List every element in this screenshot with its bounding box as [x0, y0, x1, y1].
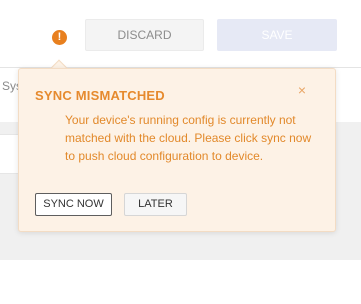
popover-title: SYNC MISMATCHED [35, 88, 165, 103]
close-icon[interactable]: × [295, 83, 309, 97]
sync-mismatch-popover: SYNC MISMATCHED × Your device's running … [18, 68, 336, 232]
sync-now-button[interactable]: SYNC NOW [35, 193, 112, 216]
discard-button[interactable]: DISCARD [85, 19, 204, 51]
warning-icon[interactable]: ! [52, 30, 67, 45]
content-footer-area [0, 260, 361, 304]
popover-message: Your device's running config is currentl… [65, 113, 312, 163]
later-button[interactable]: LATER [124, 193, 187, 216]
save-button[interactable]: SAVE [217, 19, 337, 51]
